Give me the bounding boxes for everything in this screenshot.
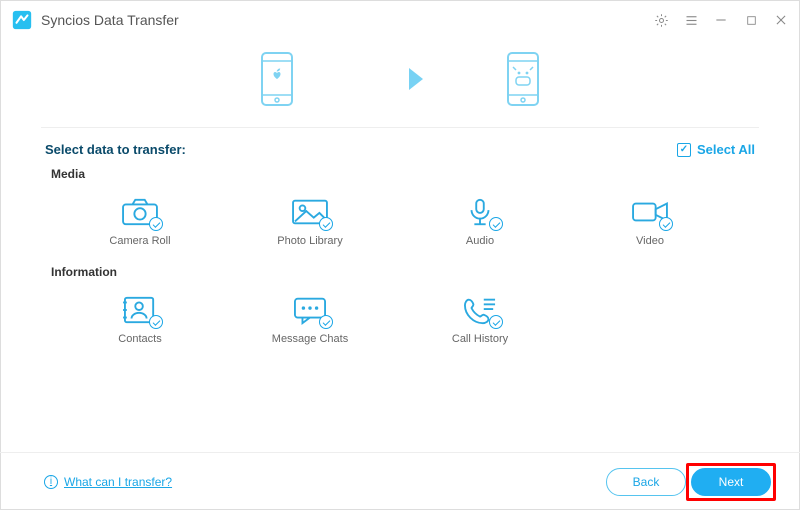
item-label: Audio [466,235,494,247]
close-icon[interactable] [773,12,789,28]
settings-icon[interactable] [653,12,669,28]
item-label: Camera Roll [109,235,170,247]
video-icon [629,195,671,229]
next-button-label: Next [719,475,744,489]
item-photo-library[interactable]: Photo Library [225,189,395,257]
section-title: Select data to transfer: [45,142,186,157]
message-icon [289,293,331,327]
titlebar: Syncios Data Transfer [1,1,799,39]
item-message-chats[interactable]: Message Chats [225,287,395,355]
call-history-icon [459,293,501,327]
footer: i What can I transfer? Back Next [0,452,800,510]
check-badge-icon [319,315,333,329]
check-badge-icon [319,217,333,231]
category-information: Information [51,265,755,279]
help-link-label: What can I transfer? [64,475,172,489]
item-label: Contacts [118,333,161,345]
item-label: Video [636,235,664,247]
next-button-highlight: Next [686,463,776,501]
source-device-icon [259,51,295,107]
select-all-toggle[interactable]: ✓ Select All [677,142,755,157]
category-media: Media [51,167,755,181]
item-label: Photo Library [277,235,342,247]
item-audio[interactable]: Audio [395,189,565,257]
target-device-icon [505,51,541,107]
check-badge-icon [149,315,163,329]
minimize-icon[interactable] [713,12,729,28]
app-logo-icon [11,9,33,31]
item-camera-roll[interactable]: Camera Roll [55,189,225,257]
item-video[interactable]: Video [565,189,735,257]
check-badge-icon [149,217,163,231]
check-badge-icon [659,217,673,231]
transfer-arrow-icon [375,64,425,94]
menu-icon[interactable] [683,12,699,28]
device-row [1,39,799,127]
app-title: Syncios Data Transfer [41,12,179,28]
back-button-label: Back [633,475,660,489]
back-button[interactable]: Back [606,468,686,496]
audio-icon [459,195,501,229]
maximize-icon[interactable] [743,12,759,28]
item-label: Message Chats [272,333,348,345]
help-link[interactable]: i What can I transfer? [44,475,172,489]
info-icon: i [44,475,58,489]
check-badge-icon [489,217,503,231]
transfer-section: Select data to transfer: ✓ Select All Me… [1,128,799,355]
item-call-history[interactable]: Call History [395,287,565,355]
photo-icon [289,195,331,229]
item-contacts[interactable]: Contacts [55,287,225,355]
window-controls [653,12,789,28]
camera-icon [119,195,161,229]
select-all-checkbox-icon: ✓ [677,143,691,157]
media-grid: Camera Roll Photo Library [55,189,755,257]
next-button[interactable]: Next [691,468,771,496]
information-grid: Contacts Message Chats [55,287,755,355]
check-badge-icon [489,315,503,329]
contacts-icon [119,293,161,327]
item-label: Call History [452,333,508,345]
select-all-label: Select All [697,142,755,157]
